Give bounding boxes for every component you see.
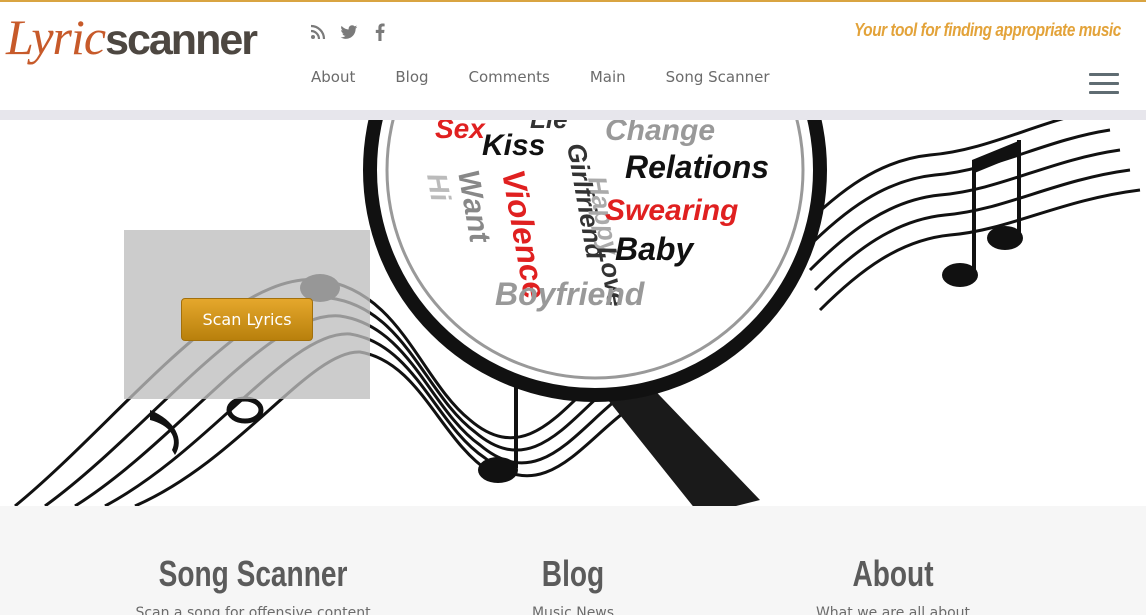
lens-word-kiss: Kiss — [482, 129, 545, 162]
lens-word-baby: Baby — [615, 231, 695, 267]
site-tagline: Your tool for finding appropriate music — [854, 20, 1121, 40]
hamburger-menu-icon[interactable] — [1089, 73, 1119, 95]
scan-lyrics-button[interactable]: Scan Lyrics — [181, 298, 313, 341]
facebook-icon[interactable] — [370, 22, 390, 42]
feature-title[interactable]: Blog — [448, 551, 698, 597]
nav-main[interactable]: Main — [590, 68, 626, 86]
feature-title[interactable]: About — [768, 551, 1018, 597]
feature-song-scanner[interactable]: Song Scanner Scan a song for offensive c… — [93, 551, 413, 615]
feature-about[interactable]: About What we are all about — [733, 551, 1053, 615]
nav-blog[interactable]: Blog — [395, 68, 428, 86]
feature-text: Music News — [531, 605, 615, 615]
site-header: Lyricscanner Your tool for finding appro… — [0, 2, 1146, 110]
lens-word-swearing: Swearing — [605, 194, 738, 227]
nav-about[interactable]: About — [311, 68, 355, 86]
social-links — [308, 22, 390, 42]
lens-word-relations: Relations — [625, 149, 769, 185]
nav-comments[interactable]: Comments — [469, 68, 550, 86]
lens-word-boyfriend: Boyfriend — [495, 276, 646, 312]
twitter-icon[interactable] — [339, 22, 359, 42]
features-section: Song Scanner Scan a song for offensive c… — [0, 506, 1146, 615]
rss-icon[interactable] — [308, 22, 328, 42]
feature-title[interactable]: Song Scanner — [128, 551, 378, 597]
site-logo[interactable]: Lyricscanner — [6, 9, 258, 67]
logo-lyric: Lyric — [6, 9, 106, 65]
nav-song-scanner[interactable]: Song Scanner — [666, 68, 770, 86]
logo-scanner: scanner — [105, 16, 258, 64]
lens-word-change: Change — [605, 120, 715, 147]
header-divider — [0, 110, 1146, 120]
feature-text: What we are all about — [815, 605, 971, 615]
feature-blog[interactable]: Blog Music News — [413, 551, 733, 615]
feature-text: Scan a song for offensive content — [135, 605, 371, 615]
main-nav: About Blog Comments Main Song Scanner — [311, 68, 810, 86]
hero-banner: Sex Lie Change Kiss Relations Want Girlf… — [0, 120, 1146, 506]
lens-word-sex: Sex — [435, 120, 486, 144]
